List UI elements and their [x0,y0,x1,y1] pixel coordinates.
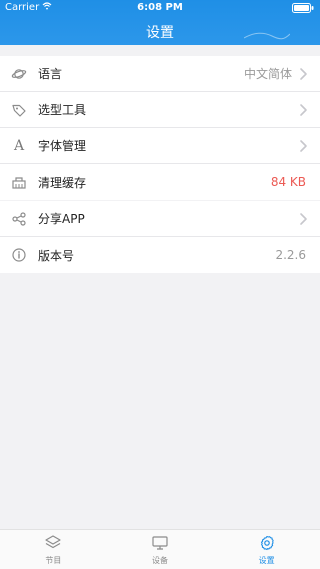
share-app-label: 分享APP [38,212,85,226]
row-version: 版本号 2.2.6 [0,237,320,273]
chevron-right-icon [300,103,307,116]
tab-label: 设置 [258,555,275,565]
version-label: 版本号 [38,248,75,263]
tab-programs[interactable]: 节目 [0,530,107,569]
status-bar: Carrier 6:08 PM [0,0,320,16]
monitor-icon [152,535,168,550]
chevron-right-icon [300,139,307,152]
selection-tool-label: 选型工具 [38,103,87,117]
row-selection-tool[interactable]: 选型工具 [0,92,320,128]
row-language[interactable]: 语言 中文简体 [0,56,320,92]
version-value: 2.2.6 [275,248,306,262]
settings-screen: Carrier 6:08 PM 设置 语言 中文简体 选型工具 A 字体管理 清… [0,0,320,569]
tab-label: 设备 [152,555,168,565]
tag-icon [11,102,27,118]
status-time: 6:08 PM [137,2,183,13]
header: Carrier 6:08 PM 设置 [0,0,320,45]
tab-label: 节目 [45,555,62,565]
planet-icon [11,66,27,82]
cleanup-icon [11,174,27,190]
info-icon [11,247,27,263]
settings-group-secondary: 分享APP 版本号 2.2.6 [0,201,320,273]
settings-group-primary: 语言 中文简体 选型工具 A 字体管理 清理缓存 84 KB [0,56,320,200]
language-label: 语言 [38,67,63,81]
share-icon [11,211,27,227]
battery-icon [292,3,314,16]
row-share-app[interactable]: 分享APP [0,201,320,237]
row-clear-cache[interactable]: 清理缓存 84 KB [0,164,320,200]
language-value: 中文简体 [243,67,292,81]
chevron-right-icon [300,212,307,225]
layers-icon [45,534,61,548]
clear-cache-label: 清理缓存 [38,175,87,190]
row-font-management[interactable]: A 字体管理 [0,128,320,164]
tab-devices[interactable]: 设备 [107,530,214,569]
tab-settings[interactable]: 设置 [213,530,320,569]
tab-bar: 节目 设备 设置 [0,529,320,569]
chevron-right-icon [300,67,307,80]
font-management-label: 字体管理 [38,139,87,153]
font-icon: A [13,137,25,154]
header-decoration [244,32,290,40]
cache-size-value: 84 KB [270,175,306,189]
gear-icon [260,535,274,550]
